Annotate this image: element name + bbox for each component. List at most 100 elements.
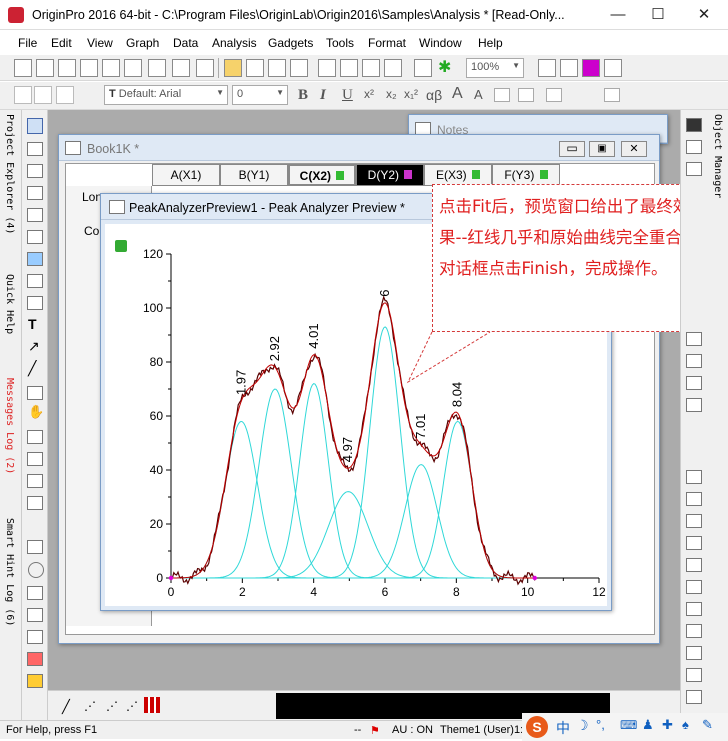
shirt-icon[interactable]: ♠	[682, 717, 689, 732]
new-notes-icon[interactable]	[124, 59, 142, 77]
decrease-font-button[interactable]: A	[474, 87, 483, 102]
plot-area-icon[interactable]	[686, 536, 702, 550]
column-header-b[interactable]: B(Y1)	[220, 164, 288, 186]
supersub-button[interactable]: x₁²	[404, 87, 418, 101]
font-color-icon[interactable]	[546, 88, 562, 102]
moon-icon[interactable]: ☽	[576, 717, 589, 734]
import-csv-icon[interactable]	[340, 59, 358, 77]
recalculate-icon[interactable]	[414, 59, 432, 77]
plot-line-icon[interactable]	[686, 470, 702, 484]
workbook-minimize-button[interactable]: ▭	[559, 141, 585, 157]
column-header-a[interactable]: A(X1)	[152, 164, 220, 186]
xy-icon[interactable]	[27, 608, 43, 622]
data-reader-icon[interactable]	[27, 208, 43, 222]
quick-help-tab[interactable]: Quick Help	[4, 274, 15, 334]
line-color-icon[interactable]	[518, 88, 534, 102]
workbook-restore-button[interactable]: ▣	[589, 141, 615, 157]
object-manager-tab[interactable]: Object Manager	[712, 114, 723, 198]
zoom-combo[interactable]: 100% ▼	[466, 58, 524, 78]
zoom-out-icon[interactable]	[27, 164, 43, 178]
font-combo[interactable]: T Default: Arial ▼	[104, 85, 228, 105]
column-header-e[interactable]: E(X3)	[424, 164, 492, 186]
close-button[interactable]: ✕	[684, 4, 724, 26]
import-excel-icon[interactable]	[362, 59, 380, 77]
superscript-button[interactable]: x²	[364, 87, 374, 101]
new-layout-icon[interactable]	[148, 59, 166, 77]
line-tool-icon[interactable]: ╱	[28, 360, 36, 377]
new-sheet-icon[interactable]	[196, 59, 214, 77]
layer-icon[interactable]	[27, 540, 43, 554]
circle-icon[interactable]	[28, 562, 44, 578]
menu-edit[interactable]: Edit	[51, 36, 72, 50]
italic-button[interactable]: I	[320, 87, 326, 104]
minimize-button[interactable]: —	[598, 4, 638, 26]
region-icon[interactable]	[27, 586, 43, 600]
object-back-icon[interactable]	[686, 354, 702, 368]
run-icon[interactable]: ✱	[438, 59, 456, 77]
cut-icon[interactable]	[14, 86, 32, 104]
paste-icon[interactable]	[56, 86, 74, 104]
plot-scatter-icon[interactable]	[686, 492, 702, 506]
print-icon[interactable]	[538, 59, 556, 77]
skin-icon[interactable]: ✚	[662, 717, 673, 733]
menu-data[interactable]: Data	[173, 36, 198, 50]
export-page-icon[interactable]	[582, 59, 600, 77]
menu-window[interactable]: Window	[419, 36, 462, 50]
arrow-tool-icon[interactable]: ↗	[28, 338, 40, 355]
align-icon[interactable]	[494, 88, 510, 102]
menu-file[interactable]: File	[18, 36, 37, 50]
font-size-combo[interactable]: 0 ▼	[232, 85, 288, 105]
menu-view[interactable]: View	[87, 36, 113, 50]
greek-button[interactable]: αβ	[426, 87, 442, 103]
plot-3d-icon[interactable]	[686, 558, 702, 572]
column-plot-icon[interactable]	[144, 697, 160, 713]
import-wizard-icon[interactable]	[384, 59, 402, 77]
hand-tool-icon[interactable]: ✋	[28, 404, 44, 420]
matrix-tool-icon[interactable]	[27, 630, 43, 644]
menu-help[interactable]: Help	[478, 36, 503, 50]
open-template-icon[interactable]	[246, 59, 264, 77]
plot-merge-icon[interactable]	[686, 690, 702, 704]
pointer-icon[interactable]	[27, 118, 43, 134]
copy-icon[interactable]	[34, 86, 52, 104]
rectangle-tool-icon[interactable]	[27, 386, 43, 400]
punctuation-icon[interactable]: °,	[596, 717, 605, 732]
sogou-ime-icon[interactable]: S	[526, 716, 548, 738]
plot-setup-icon[interactable]	[686, 668, 702, 682]
column-header-c[interactable]: C(X2)	[288, 164, 356, 186]
insert-image-icon[interactable]	[27, 474, 43, 488]
subscript-button[interactable]: x₂	[386, 87, 397, 101]
insert-table-icon[interactable]	[27, 452, 43, 466]
plot-column-icon[interactable]	[686, 514, 702, 528]
underline-button[interactable]: U	[342, 87, 353, 104]
column-header-f[interactable]: F(Y3)	[492, 164, 560, 186]
project-explorer-tab[interactable]: Project Explorer (4)	[4, 114, 15, 234]
align-objects-icon[interactable]	[686, 162, 702, 176]
dash-line-plot-icon[interactable]: ⋰	[84, 699, 96, 713]
object-ungroup-icon[interactable]	[686, 398, 702, 412]
save-template-icon[interactable]	[290, 59, 308, 77]
lock-tool-icon[interactable]	[27, 674, 43, 688]
menu-graph[interactable]: Graph	[126, 36, 159, 50]
draw-data-icon[interactable]	[27, 274, 43, 288]
plot-stat-icon[interactable]	[686, 602, 702, 616]
new-workbook-icon[interactable]	[36, 59, 54, 77]
import-icon[interactable]	[318, 59, 336, 77]
maximize-button[interactable]: ☐	[638, 4, 678, 26]
open-folder-icon[interactable]	[224, 59, 242, 77]
dot-plot-icon[interactable]: ⋰	[106, 699, 118, 713]
line-plot-icon[interactable]: ╱	[62, 699, 70, 715]
new-matrix-icon[interactable]	[58, 59, 76, 77]
new-excel-icon[interactable]	[172, 59, 190, 77]
menu-gadgets[interactable]: Gadgets	[268, 36, 313, 50]
plot-special-icon[interactable]	[686, 624, 702, 638]
menu-format[interactable]: Format	[368, 36, 406, 50]
menu-analysis[interactable]: Analysis	[212, 36, 257, 50]
data-selector-icon[interactable]	[27, 230, 43, 244]
new-graph-icon[interactable]	[80, 59, 98, 77]
layout-icon[interactable]	[686, 118, 702, 132]
new-project-icon[interactable]	[14, 59, 32, 77]
text-tool-icon[interactable]: T	[28, 316, 37, 332]
menu-tools[interactable]: Tools	[326, 36, 354, 50]
workbook-close-button[interactable]: ✕	[621, 141, 647, 157]
